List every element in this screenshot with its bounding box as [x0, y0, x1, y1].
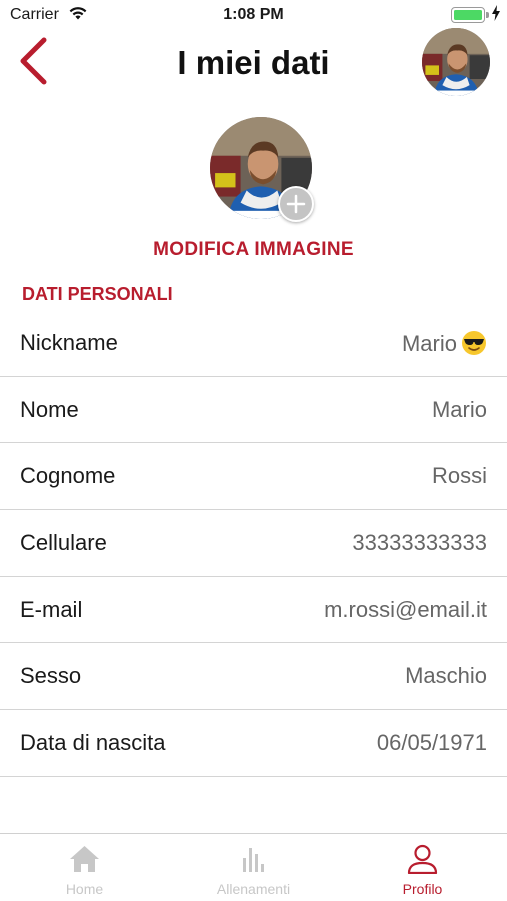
field-label: Data di nascita — [20, 730, 166, 756]
tab-profilo[interactable]: Profilo — [338, 834, 507, 901]
field-label: E-mail — [20, 596, 83, 622]
personal-data-list: Nickname Mario Nome Mario Cognome Rossi … — [0, 310, 507, 777]
field-value: Mario — [431, 396, 487, 422]
field-row-data-di-nascita[interactable]: Data di nascita 06/05/1971 — [0, 710, 507, 777]
tab-allenamenti[interactable]: Allenamenti — [169, 834, 338, 901]
plus-icon — [286, 194, 306, 214]
user-photo — [422, 28, 490, 96]
field-label: Nickname — [20, 330, 118, 355]
edit-image-button[interactable]: MODIFICA IMMAGINE — [0, 239, 507, 261]
field-label: Cellulare — [20, 530, 107, 556]
charging-bolt-icon — [491, 5, 501, 26]
home-icon — [70, 846, 99, 872]
field-value: Rossi — [431, 463, 487, 489]
avatar[interactable] — [422, 28, 490, 96]
user-icon — [407, 844, 438, 874]
tab-label: Profilo — [402, 881, 443, 897]
smiling-face-with-sunglasses-icon — [462, 331, 486, 355]
field-label: Nome — [20, 396, 79, 422]
status-time: 1:08 PM — [223, 6, 284, 23]
field-value: 33333333333 — [352, 530, 487, 556]
section-title: DATI PERSONALI — [22, 284, 173, 304]
field-value: m.rossi@email.it — [324, 596, 487, 622]
add-photo-button[interactable] — [278, 186, 314, 222]
field-row-sesso[interactable]: Sesso Maschio — [0, 643, 507, 711]
field-label: Sesso — [20, 663, 82, 689]
field-value: Mario — [402, 330, 487, 357]
tab-bar: Home Allenamenti Profilo — [0, 833, 507, 900]
tab-label: Home — [65, 881, 104, 897]
field-value: 06/05/1971 — [376, 730, 487, 756]
tab-home[interactable]: Home — [0, 834, 169, 901]
field-row-email[interactable]: E-mail m.rossi@email.it — [0, 577, 507, 644]
battery-icon — [451, 7, 485, 23]
nickname-value: Mario — [401, 331, 457, 356]
field-row-nickname[interactable]: Nickname Mario — [0, 310, 507, 377]
field-row-cognome[interactable]: Cognome Rossi — [0, 443, 507, 511]
field-label: Cognome — [20, 463, 116, 489]
bar-chart-icon — [243, 848, 264, 872]
field-row-nome[interactable]: Nome Mario — [0, 377, 507, 444]
field-value: Maschio — [405, 663, 487, 689]
battery-tip — [486, 12, 489, 18]
navigation-header: I miei dati — [0, 26, 507, 102]
tab-label: Allenamenti — [216, 881, 291, 897]
field-row-cellulare[interactable]: Cellulare 33333333333 — [0, 510, 507, 577]
